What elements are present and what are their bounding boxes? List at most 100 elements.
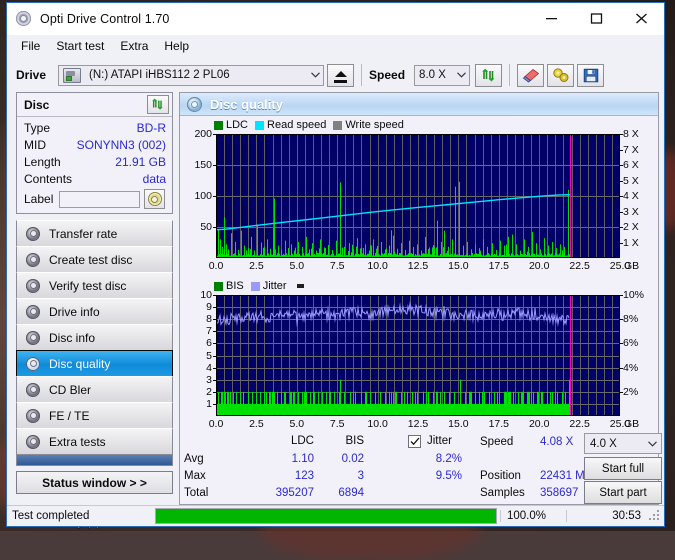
x-tick-label: 17.5 xyxy=(488,260,510,272)
minimize-icon[interactable] xyxy=(529,4,574,34)
y-tick-label: 200 xyxy=(194,128,212,140)
legend-swatch-bis xyxy=(214,281,223,291)
drive-select[interactable]: (N:) ATAPI iHBS112 2 PL06 xyxy=(58,64,325,86)
speed-select[interactable]: 8.0 X xyxy=(414,64,471,86)
toolbar-divider-2 xyxy=(509,64,511,86)
ldc-plot-area: 50 100 150 200 1 X 2 X 3 X 4 X 5 X 6 X 7 X 8 X 0.0 2.… xyxy=(182,128,656,274)
y-tick-mark xyxy=(213,134,216,135)
legend-label-jitter: Jitter xyxy=(262,280,287,292)
menu-item-help[interactable]: Help xyxy=(157,37,198,56)
y2-tick-mark xyxy=(620,295,623,296)
status-text: Test completed xyxy=(12,510,90,522)
sidebar-item-disc-info[interactable]: Disc info xyxy=(16,324,173,351)
y-tick-mark xyxy=(213,380,216,381)
speed-stat-value: 4.08 X xyxy=(540,436,574,448)
stats-row-total-label: Total xyxy=(184,487,209,499)
sidebar-item-verify-test-disc[interactable]: Verify test disc xyxy=(16,272,173,299)
disc-row-mid-value: SONYNN3 (002) xyxy=(76,138,166,152)
disc-row-length-value: 21.91 GB xyxy=(115,155,166,169)
y-tick-label: 50 xyxy=(200,221,212,233)
legend-label-write-speed: Write speed xyxy=(345,119,404,131)
x-tick-label: 12.5 xyxy=(407,418,429,430)
y2-tick-mark xyxy=(620,243,623,244)
disc-row-contents: Contents data xyxy=(24,171,166,187)
y-tick-label: 1 xyxy=(206,397,212,410)
y-tick-mark xyxy=(213,319,216,320)
disc-row-contents-value: data xyxy=(142,172,166,186)
test-speed-select[interactable]: 4.0 X xyxy=(584,433,662,454)
legend-swatch-read-speed xyxy=(255,120,265,130)
legend-label-bis: BIS xyxy=(226,280,244,292)
menu-item-start-test[interactable]: Start test xyxy=(49,37,113,56)
start-part-button[interactable]: Start part xyxy=(584,481,662,504)
x-tick-label: 2.5 xyxy=(249,418,264,430)
erase-button[interactable] xyxy=(517,63,545,87)
disc-row-type: Type BD-R xyxy=(24,120,166,136)
stats-avg-ldc: 1.10 xyxy=(291,453,314,465)
drive-label: Drive xyxy=(16,68,47,82)
legend-item-write-speed: Write speed xyxy=(333,119,404,131)
stats-avg-jitter: 8.2% xyxy=(435,453,462,465)
y2-tick-label: 5 X xyxy=(623,174,639,187)
x-tick-label: 17.5 xyxy=(488,418,510,430)
refresh-button[interactable] xyxy=(475,63,503,87)
y-tick-mark xyxy=(213,295,216,296)
legend-item-bis: BIS xyxy=(214,280,244,292)
y-tick-label: 7 xyxy=(206,325,212,338)
close-icon[interactable] xyxy=(619,4,664,34)
disc-icon xyxy=(25,408,42,424)
main-content: Disc Type BD-R MID SONYNN3 (002) Length … xyxy=(7,92,664,505)
y-tick-label: 6 xyxy=(206,337,212,350)
y-tick-label: 4 xyxy=(206,361,212,374)
disc-row-contents-key: Contents xyxy=(24,172,73,186)
start-full-button[interactable]: Start full xyxy=(584,457,662,480)
sidebar-item-transfer-rate[interactable]: Transfer rate xyxy=(16,220,173,247)
stats-header-ldc: LDC xyxy=(290,435,314,447)
position-stat-label: Position xyxy=(480,470,521,482)
y2-tick-label: 4% xyxy=(623,361,639,374)
y2-tick-label: 2% xyxy=(623,385,639,398)
disc-label-key: Label xyxy=(24,192,54,206)
disc-label-input[interactable] xyxy=(59,190,141,208)
disc-label-button[interactable] xyxy=(144,189,166,209)
disc-row-type-key: Type xyxy=(24,121,51,135)
sidebar-item-drive-info[interactable]: Drive info xyxy=(16,298,173,325)
elapsed-time: 30:53 xyxy=(566,510,648,522)
sidebar-item-cd-bler[interactable]: CD Bler xyxy=(16,376,173,403)
sidebar-item-extra-tests[interactable]: Extra tests xyxy=(16,428,173,455)
sidebar-item-label: CD Bler xyxy=(49,382,92,397)
legend-swatch-jitter xyxy=(250,281,260,291)
sidebar-item-disc-quality[interactable]: Disc quality xyxy=(16,350,173,377)
chevron-down-icon xyxy=(644,440,661,447)
sidebar-item-label: Verify test disc xyxy=(49,278,127,293)
x-tick-label: 7.5 xyxy=(329,260,345,272)
y-tick-mark xyxy=(213,165,216,166)
y2-tick-label: 6 X xyxy=(623,159,639,171)
disc-icon xyxy=(25,356,42,372)
sidebar-item-create-test-disc[interactable]: Create test disc xyxy=(16,246,173,273)
x-axis-unit-label: GB xyxy=(624,418,640,430)
y-tick-label: 2 xyxy=(206,385,212,398)
resize-grip[interactable] xyxy=(648,509,662,523)
ldc-chart-legend: LDC Read speed Write speed xyxy=(214,119,407,131)
status-window-button[interactable]: Status window > > xyxy=(16,471,173,494)
disc-refresh-button[interactable] xyxy=(147,95,169,114)
jitter-checkbox[interactable] xyxy=(408,435,421,448)
quality-column: Disc quality LDC Read speed Write speed … xyxy=(173,92,664,505)
speed-stat-label: Speed xyxy=(480,436,514,448)
maximize-icon[interactable] xyxy=(574,4,619,34)
y2-tick-label: 6% xyxy=(623,337,639,350)
progress-fill xyxy=(156,509,496,523)
save-button[interactable] xyxy=(577,63,605,87)
settings-button[interactable] xyxy=(547,63,575,87)
sidebar: Disc Type BD-R MID SONYNN3 (002) Length … xyxy=(7,92,173,505)
eject-button[interactable] xyxy=(327,63,355,87)
y2-tick-label: 7 X xyxy=(623,143,639,156)
disc-row-mid: MID SONYNN3 (002) xyxy=(24,137,166,153)
menu-item-extra[interactable]: Extra xyxy=(113,37,157,56)
y2-tick-label: 10% xyxy=(623,289,645,301)
sidebar-item-fe-te[interactable]: FE / TE xyxy=(16,402,173,429)
x-tick-label: 15.0 xyxy=(448,418,469,430)
chevron-down-icon xyxy=(453,72,469,78)
menu-item-file[interactable]: File xyxy=(14,37,49,56)
